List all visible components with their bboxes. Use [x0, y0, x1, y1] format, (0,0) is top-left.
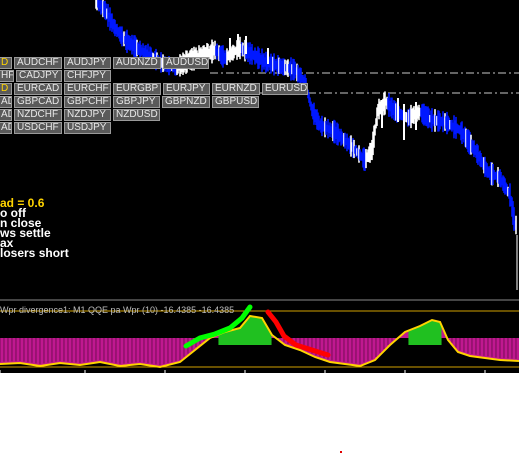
- indicator-panel[interactable]: [0, 0, 519, 373]
- indicator-title: Wpr divergence1: M1 QQE pa Wpr (10) -16.…: [0, 305, 235, 315]
- price-chart[interactable]: D HF D AD AD AD AUDCHF AUDJPY AUDNZD AUD…: [0, 0, 519, 373]
